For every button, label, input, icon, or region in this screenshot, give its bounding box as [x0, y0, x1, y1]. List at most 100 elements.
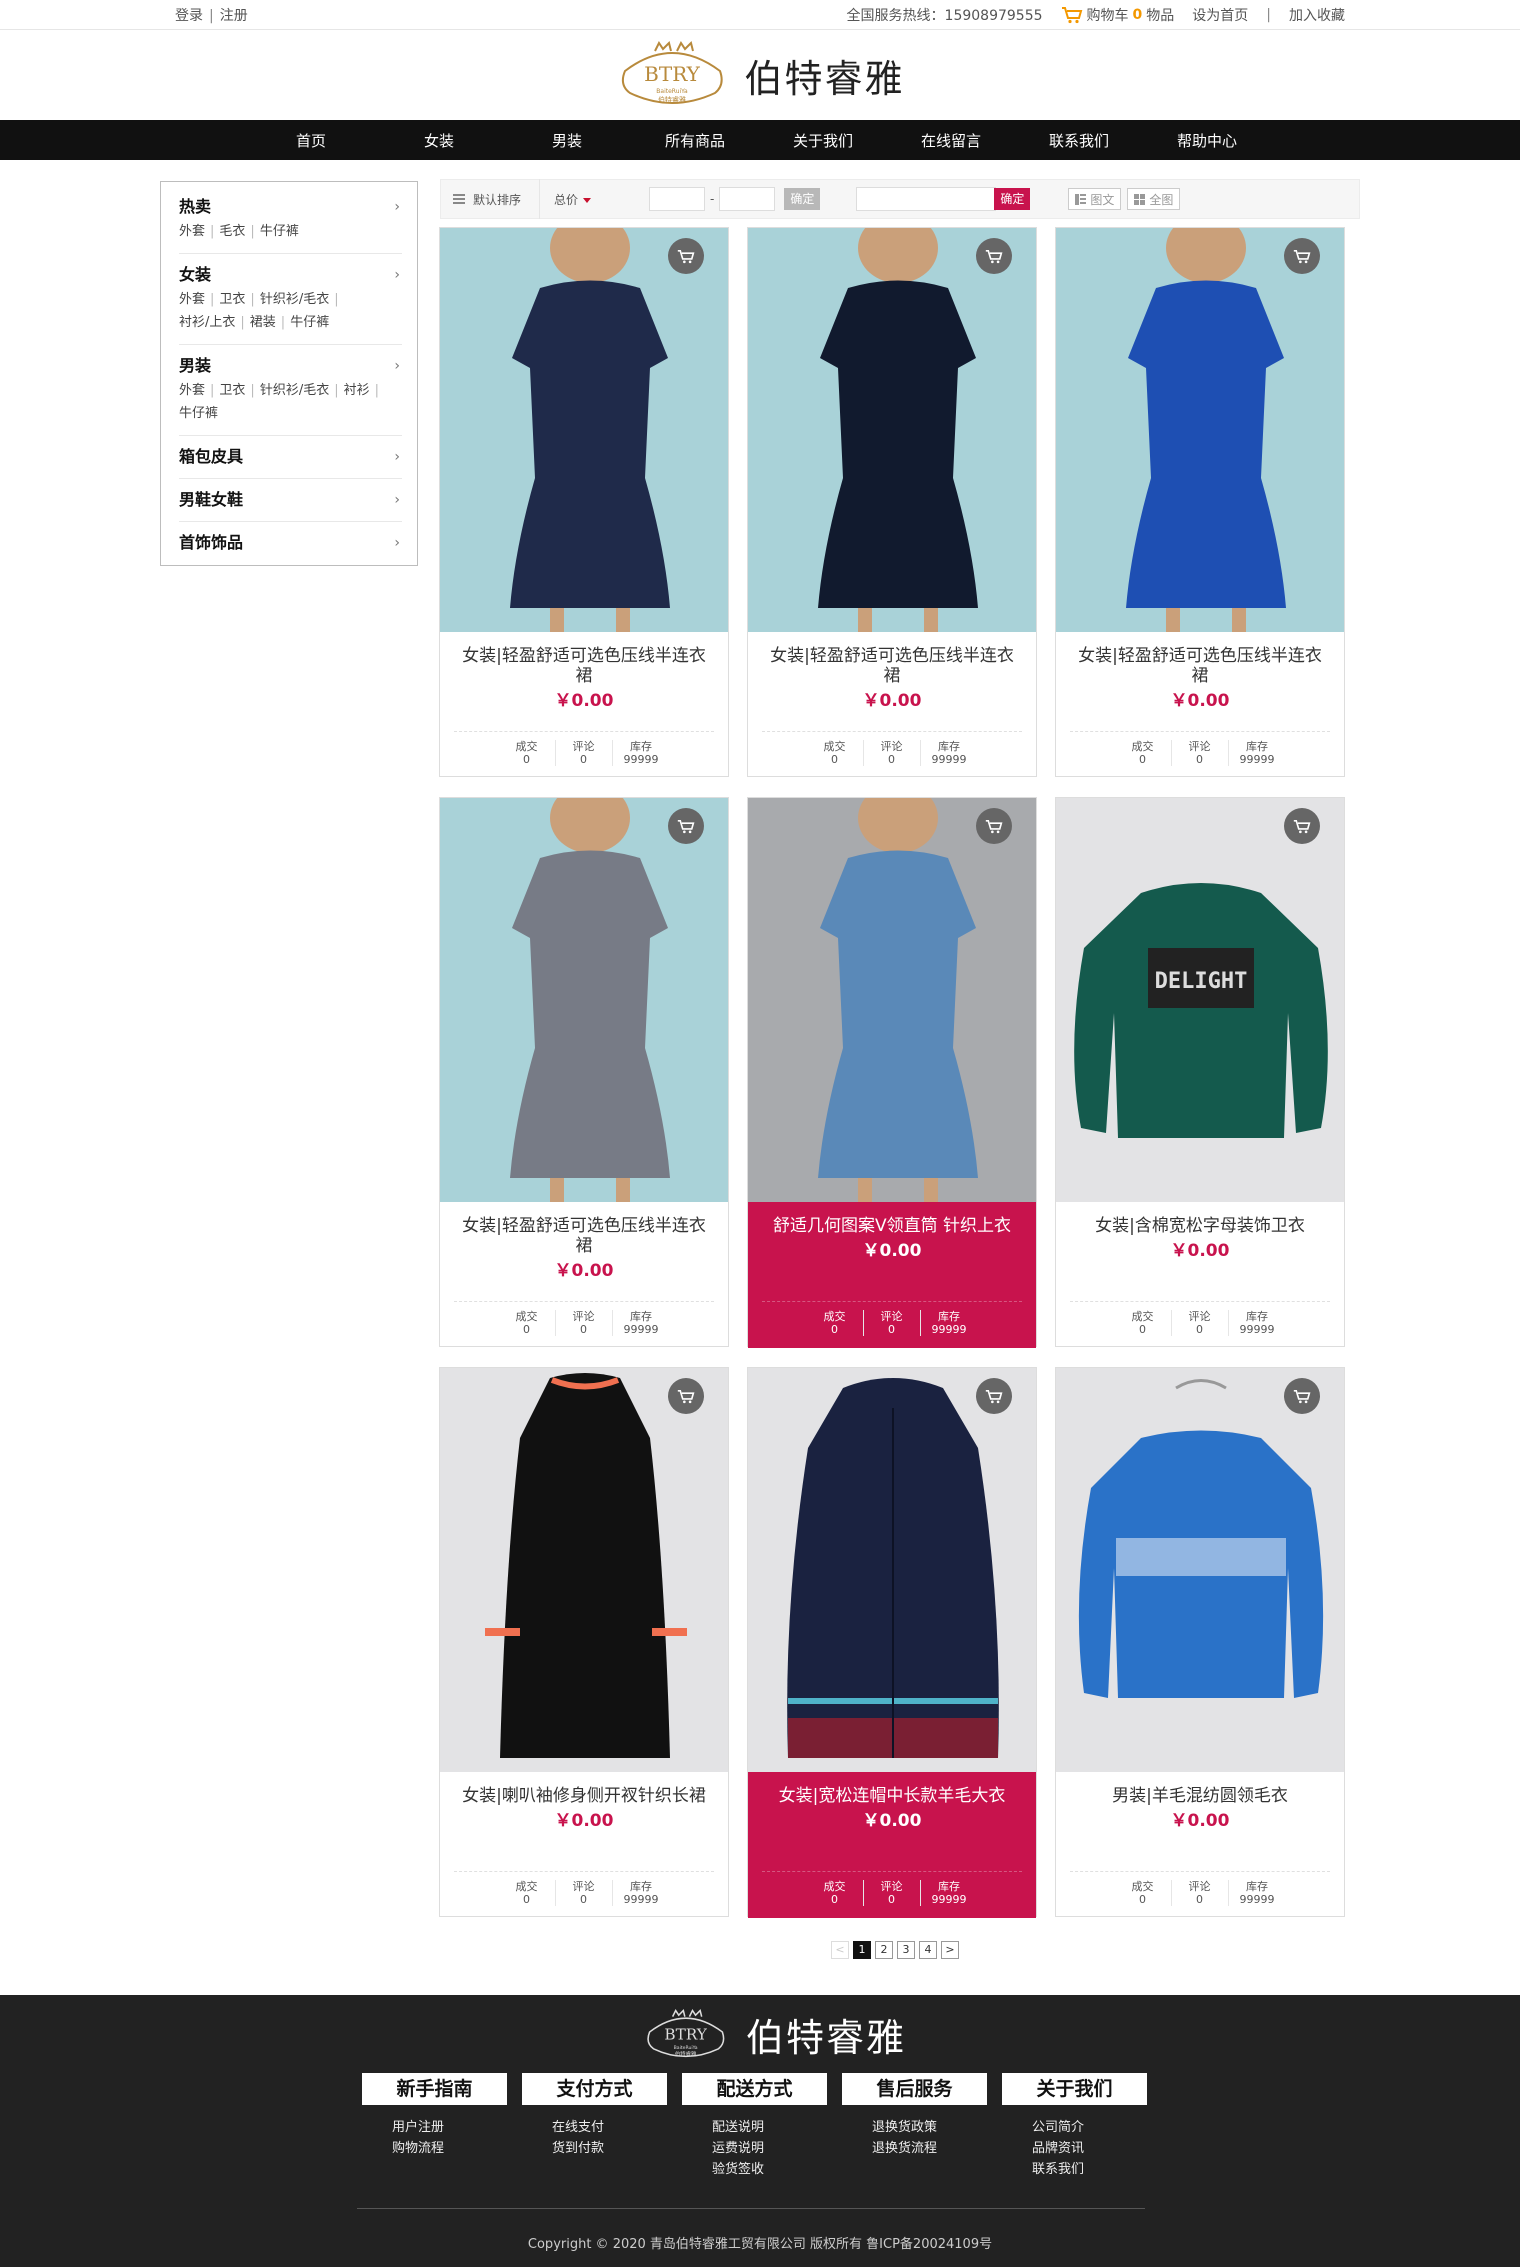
next-page-button[interactable]: > — [941, 1941, 959, 1959]
page-1-button[interactable]: 1 — [853, 1941, 871, 1959]
price-sort-button[interactable]: 总价 — [539, 179, 623, 219]
subcategory-link[interactable]: 裙装 — [250, 315, 276, 330]
add-to-cart-button[interactable] — [1284, 1378, 1320, 1414]
category-title[interactable]: 箱包皮具 — [179, 446, 402, 468]
product-name[interactable]: 舒适几何图案V领直筒 针织上衣 — [762, 1216, 1022, 1236]
category-shoes[interactable]: 男鞋女鞋 › — [179, 479, 402, 522]
product-image[interactable] — [748, 228, 1036, 632]
search-confirm-button[interactable]: 确定 — [994, 188, 1031, 210]
page-4-button[interactable]: 4 — [919, 1941, 937, 1959]
nav-item-messages[interactable]: 在线留言 — [887, 130, 1015, 151]
footer-link[interactable]: 联系我们 — [1032, 2159, 1147, 2180]
product-name[interactable]: 女装|喇叭袖修身侧开衩针织长裙 — [454, 1786, 714, 1806]
add-favorite-link[interactable]: 加入收藏 — [1289, 5, 1345, 25]
product-name[interactable]: 男装|羊毛混纺圆领毛衣 — [1070, 1786, 1330, 1806]
prev-page-button[interactable]: < — [831, 1941, 849, 1959]
add-to-cart-button[interactable] — [1284, 238, 1320, 274]
subcategory-link[interactable]: 衬衫/上衣 — [179, 315, 235, 330]
register-link[interactable]: 注册 — [220, 8, 248, 24]
product-image[interactable] — [440, 798, 728, 1202]
view-grid-button[interactable]: 全图 — [1127, 188, 1181, 210]
footer-link[interactable]: 货到付款 — [552, 2138, 667, 2159]
product-image[interactable] — [1056, 228, 1344, 632]
add-to-cart-button[interactable] — [1284, 808, 1320, 844]
nav-item-women[interactable]: 女装 — [375, 130, 503, 151]
footer-link[interactable]: 公司简介 — [1032, 2117, 1147, 2138]
product-card[interactable]: 女装|喇叭袖修身侧开衩针织长裙 ￥0.00 成交 0 评论 0 库存 99999 — [439, 1367, 729, 1917]
default-sort-button[interactable]: 默认排序 — [441, 191, 539, 208]
footer-link[interactable]: 用户注册 — [392, 2117, 507, 2138]
category-hot[interactable]: 热卖 › 外套 | 毛衣 | 牛仔裤 — [179, 186, 402, 254]
add-to-cart-button[interactable] — [976, 238, 1012, 274]
add-to-cart-button[interactable] — [668, 1378, 704, 1414]
product-name[interactable]: 女装|宽松连帽中长款羊毛大衣 — [762, 1786, 1022, 1806]
price-min-input[interactable] — [649, 187, 705, 211]
product-card[interactable]: 女装|宽松连帽中长款羊毛大衣 ￥0.00 成交 0 评论 0 库存 99999 — [747, 1367, 1037, 1918]
nav-item-all-products[interactable]: 所有商品 — [631, 130, 759, 151]
category-title[interactable]: 热卖 — [179, 196, 402, 218]
add-to-cart-button[interactable] — [976, 1378, 1012, 1414]
category-men[interactable]: 男装 › 外套 | 卫衣 | 针织衫/毛衣 | 衬衫 | 牛仔裤 — [179, 345, 402, 436]
category-title[interactable]: 男装 — [179, 355, 402, 377]
subcategory-link[interactable]: 卫衣 — [219, 292, 245, 307]
login-link[interactable]: 登录 — [175, 8, 203, 24]
nav-item-home[interactable]: 首页 — [247, 130, 375, 151]
product-card[interactable]: 舒适几何图案V领直筒 针织上衣 ￥0.00 成交 0 评论 0 库存 99999 — [747, 797, 1037, 1348]
category-bags[interactable]: 箱包皮具 › — [179, 436, 402, 479]
product-image[interactable] — [748, 1368, 1036, 1772]
add-to-cart-button[interactable] — [668, 238, 704, 274]
brand-name[interactable]: 伯特睿雅 — [744, 48, 904, 103]
subcategory-link[interactable]: 针织衫/毛衣 — [260, 383, 329, 398]
nav-item-about[interactable]: 关于我们 — [759, 130, 887, 151]
add-to-cart-button[interactable] — [668, 808, 704, 844]
product-name[interactable]: 女装|轻盈舒适可选色压线半连衣裙 — [454, 1216, 714, 1256]
subcategory-link[interactable]: 衬衫 — [344, 383, 370, 398]
page-2-button[interactable]: 2 — [875, 1941, 893, 1959]
product-image[interactable] — [440, 1368, 728, 1772]
subcategory-link[interactable]: 毛衣 — [219, 224, 245, 239]
product-image[interactable] — [748, 798, 1036, 1202]
subcategory-link[interactable]: 牛仔裤 — [290, 315, 329, 330]
product-image[interactable] — [440, 228, 728, 632]
subcategory-link[interactable]: 牛仔裤 — [179, 406, 218, 421]
product-image[interactable] — [1056, 1368, 1344, 1772]
product-image[interactable]: DELIGHT — [1056, 798, 1344, 1202]
category-jewelry[interactable]: 首饰饰品 › — [179, 522, 402, 564]
product-card[interactable]: 女装|轻盈舒适可选色压线半连衣裙 ￥0.00 成交 0 评论 0 库存 99999 — [439, 227, 729, 777]
category-title[interactable]: 首饰饰品 — [179, 532, 402, 554]
footer-link[interactable]: 品牌资讯 — [1032, 2138, 1147, 2159]
product-card[interactable]: 女装|轻盈舒适可选色压线半连衣裙 ￥0.00 成交 0 评论 0 库存 99999 — [439, 797, 729, 1347]
product-card[interactable]: 女装|轻盈舒适可选色压线半连衣裙 ￥0.00 成交 0 评论 0 库存 99999 — [747, 227, 1037, 777]
subcategory-link[interactable]: 针织衫/毛衣 — [260, 292, 329, 307]
footer-link[interactable]: 配送说明 — [712, 2117, 827, 2138]
footer-link[interactable]: 验货签收 — [712, 2159, 827, 2180]
product-card[interactable]: DELIGHT 女装|含棉宽松字母装饰卫衣 ￥0.00 成交 0 评论 0 库存 99999 — [1055, 797, 1345, 1347]
brand-logo-badge[interactable]: BTRY BaiteRuiYa 伯特睿雅 — [615, 41, 730, 109]
category-title[interactable]: 男鞋女鞋 — [179, 489, 402, 511]
nav-item-contact[interactable]: 联系我们 — [1015, 130, 1143, 151]
subcategory-link[interactable]: 外套 — [179, 224, 205, 239]
add-to-cart-button[interactable] — [976, 808, 1012, 844]
footer-link[interactable]: 购物流程 — [392, 2138, 507, 2159]
category-women[interactable]: 女装 › 外套 | 卫衣 | 针织衫/毛衣 | 衬衫/上衣 | 裙装 | 牛仔裤 — [179, 254, 402, 345]
subcategory-link[interactable]: 牛仔裤 — [260, 224, 299, 239]
nav-item-men[interactable]: 男装 — [503, 130, 631, 151]
product-name[interactable]: 女装|含棉宽松字母装饰卫衣 — [1070, 1216, 1330, 1236]
view-list-button[interactable]: 图文 — [1068, 188, 1122, 210]
category-title[interactable]: 女装 — [179, 264, 402, 286]
subcategory-link[interactable]: 外套 — [179, 292, 205, 307]
nav-item-help[interactable]: 帮助中心 — [1143, 130, 1271, 151]
top-cart-link[interactable]: 购物车 0 物品 — [1061, 5, 1174, 25]
product-card[interactable]: 男装|羊毛混纺圆领毛衣 ￥0.00 成交 0 评论 0 库存 99999 — [1055, 1367, 1345, 1917]
price-confirm-button[interactable]: 确定 — [784, 188, 821, 210]
footer-logo[interactable]: BTRY BaiteRuiYa 伯特睿雅 伯特睿雅 — [640, 2007, 906, 2062]
price-max-input[interactable] — [719, 187, 776, 211]
subcategory-link[interactable]: 卫衣 — [219, 383, 245, 398]
keyword-search-input[interactable] — [856, 187, 997, 211]
set-homepage-link[interactable]: 设为首页 — [1192, 5, 1248, 25]
product-name[interactable]: 女装|轻盈舒适可选色压线半连衣裙 — [454, 646, 714, 686]
product-card[interactable]: 女装|轻盈舒适可选色压线半连衣裙 ￥0.00 成交 0 评论 0 库存 99999 — [1055, 227, 1345, 777]
page-3-button[interactable]: 3 — [897, 1941, 915, 1959]
footer-link[interactable]: 在线支付 — [552, 2117, 667, 2138]
footer-link[interactable]: 退换货流程 — [872, 2138, 987, 2159]
